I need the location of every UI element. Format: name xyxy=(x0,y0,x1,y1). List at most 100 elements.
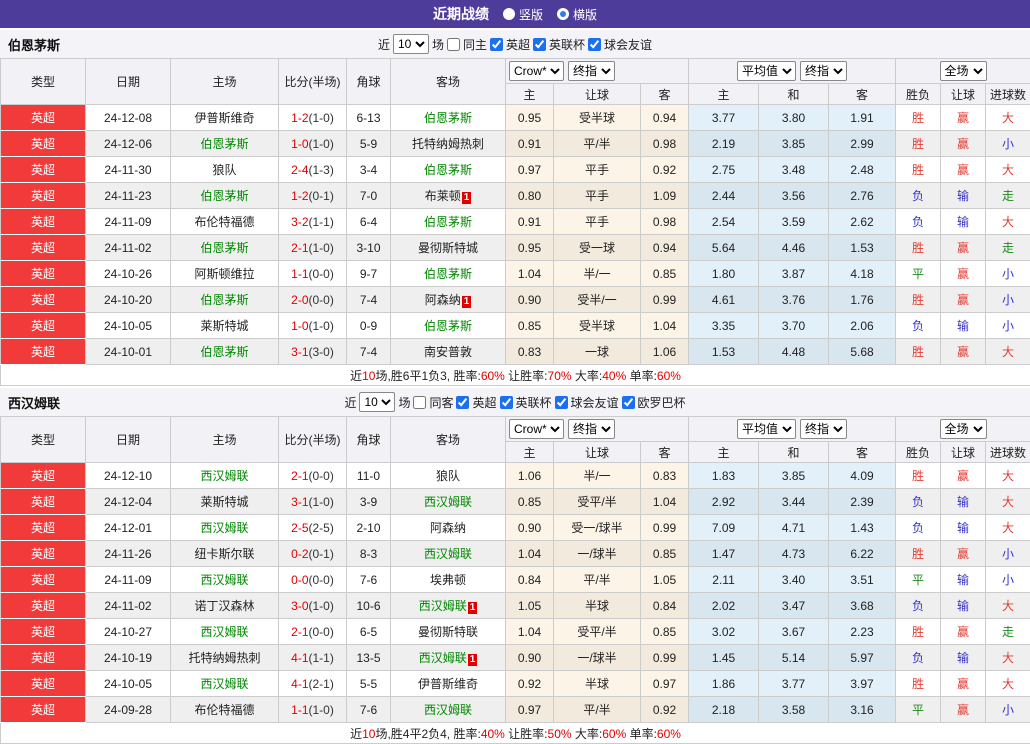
crow-away-odds: 1.06 xyxy=(641,339,689,365)
summary-text: 单率: xyxy=(626,727,657,741)
bookmaker-odds-type-select[interactable]: 终指 xyxy=(568,61,615,81)
avg-draw-odds: 4.73 xyxy=(759,541,829,567)
halftime-score: (1-0) xyxy=(309,137,334,151)
away-team-name: 阿森纳 xyxy=(425,293,461,307)
match-type: 英超 xyxy=(1,183,86,209)
avg-away-odds: 5.68 xyxy=(829,339,896,365)
crow-away-odds: 0.94 xyxy=(641,235,689,261)
match-date: 24-12-10 xyxy=(86,463,171,489)
away-team-cell: 西汉姆联 xyxy=(391,489,506,515)
score-cell: 1-0(1-0) xyxy=(279,131,347,157)
result-handicap: 赢 xyxy=(941,339,986,365)
scope-controls: 全场 xyxy=(896,61,1030,81)
vertical-layout-label[interactable]: 竖版 xyxy=(519,6,543,23)
avg-home-odds: 2.11 xyxy=(689,567,759,593)
away-team-name: 布莱顿 xyxy=(425,189,461,203)
score-cell: 2-0(0-0) xyxy=(279,287,347,313)
scope-select[interactable]: 全场 xyxy=(940,419,987,439)
avg-home-odds: 1.83 xyxy=(689,463,759,489)
score-cell: 4-1(1-1) xyxy=(279,645,347,671)
home-team-name: 伯恩茅斯 xyxy=(200,189,248,203)
home-team-cell: 伯恩茅斯 xyxy=(171,131,279,157)
match-type: 英超 xyxy=(1,339,86,365)
radio-icon[interactable] xyxy=(557,8,569,20)
bookmaker-select[interactable]: Crow* xyxy=(509,61,564,81)
corners-cell: 13-5 xyxy=(347,645,391,671)
titlebar: 近期战绩 竖版 横版 xyxy=(0,0,1030,28)
away-team-cell: 伊普斯维奇 xyxy=(391,671,506,697)
radio-icon[interactable] xyxy=(503,8,515,20)
table-row: 英超24-11-02伯恩茅斯2-1(1-0)3-10曼彻斯特城0.95受一球0.… xyxy=(1,235,1030,261)
average-select[interactable]: 平均值 xyxy=(737,419,796,439)
average-odds-type-select[interactable]: 终指 xyxy=(800,419,847,439)
avg-draw-odds: 3.70 xyxy=(759,313,829,339)
crow-away-odds: 1.09 xyxy=(641,183,689,209)
recent-count-select[interactable]: 10 xyxy=(393,34,429,54)
home-team-name: 诺丁汉森林 xyxy=(194,599,254,613)
away-team-cell: 西汉姆联1 xyxy=(391,645,506,671)
crow-handicap: 平手 xyxy=(554,209,641,235)
average-header-group: 平均值终指 xyxy=(689,417,896,442)
team-section: 伯恩茅斯近10场同主英超英联杯球会友谊类型日期主场比分(半场)角球客场Crow*… xyxy=(0,30,1030,386)
horizontal-layout-label[interactable]: 横版 xyxy=(573,6,597,23)
home-team-cell: 西汉姆联 xyxy=(171,463,279,489)
away-team-name: 西汉姆联 xyxy=(424,703,472,717)
crow-away-odds: 0.99 xyxy=(641,645,689,671)
corners-cell: 3-10 xyxy=(347,235,391,261)
result-goals: 大 xyxy=(986,671,1030,697)
result-outcome: 胜 xyxy=(896,105,941,131)
away-team-cell: 曼彻斯特城 xyxy=(391,235,506,261)
crow-away-odds: 0.85 xyxy=(641,619,689,645)
match-type: 英超 xyxy=(1,131,86,157)
column-header: 客场 xyxy=(391,59,506,105)
away-team-name: 伊普斯维奇 xyxy=(418,677,478,691)
same-venue-checkbox[interactable] xyxy=(413,396,426,409)
league-checkbox[interactable] xyxy=(500,396,513,409)
crow-handicap: 平手 xyxy=(554,157,641,183)
home-team-cell: 西汉姆联 xyxy=(171,567,279,593)
avg-away-odds: 4.18 xyxy=(829,261,896,287)
league-checkbox[interactable] xyxy=(555,396,568,409)
crow-home-odds: 1.05 xyxy=(506,593,554,619)
league-checkbox[interactable] xyxy=(456,396,469,409)
scope-select[interactable]: 全场 xyxy=(940,61,987,81)
league-checkbox[interactable] xyxy=(622,396,635,409)
result-handicap: 输 xyxy=(941,567,986,593)
avg-draw-odds: 3.58 xyxy=(759,697,829,723)
average-select[interactable]: 平均值 xyxy=(737,61,796,81)
crow-home-odds: 0.80 xyxy=(506,183,554,209)
league-label: 英超 xyxy=(472,394,496,411)
fulltime-score: 2-1 xyxy=(291,241,308,255)
result-outcome: 负 xyxy=(896,183,941,209)
vertical-layout-radio[interactable]: 竖版 xyxy=(503,6,543,23)
recent-count-select[interactable]: 10 xyxy=(359,392,395,412)
league-checkbox[interactable] xyxy=(588,38,601,51)
result-goals: 大 xyxy=(986,105,1030,131)
home-team-name: 布伦特福德 xyxy=(194,215,254,229)
horizontal-layout-radio[interactable]: 横版 xyxy=(557,6,597,23)
match-type: 英超 xyxy=(1,515,86,541)
avg-away-odds: 2.39 xyxy=(829,489,896,515)
table-row: 英超24-10-26阿斯顿维拉1-1(0-0)9-7伯恩茅斯1.04半/一0.8… xyxy=(1,261,1030,287)
bookmaker-odds-type-select[interactable]: 终指 xyxy=(568,419,615,439)
same-venue-checkbox[interactable] xyxy=(447,38,460,51)
avg-draw-odds: 3.76 xyxy=(759,287,829,313)
crow-away-odds: 0.84 xyxy=(641,593,689,619)
scope-controls: 全场 xyxy=(896,419,1030,439)
crow-home-odds: 0.84 xyxy=(506,567,554,593)
away-team-name: 狼队 xyxy=(436,469,460,483)
bookmaker-select[interactable]: Crow* xyxy=(509,419,564,439)
sub-column-header: 客 xyxy=(641,84,689,105)
home-team-name: 西汉姆联 xyxy=(200,521,248,535)
league-checkbox[interactable] xyxy=(533,38,546,51)
avg-draw-odds: 4.48 xyxy=(759,339,829,365)
league-checkbox[interactable] xyxy=(490,38,503,51)
summary-text: 10 xyxy=(362,369,375,383)
average-odds-type-select[interactable]: 终指 xyxy=(800,61,847,81)
column-header: 类型 xyxy=(1,417,86,463)
crow-handicap: 平/半 xyxy=(554,131,641,157)
column-header: 主场 xyxy=(171,59,279,105)
result-header-group: 全场 xyxy=(896,59,1030,84)
table-row: 英超24-11-23伯恩茅斯1-2(0-1)7-0布莱顿10.80平手1.092… xyxy=(1,183,1030,209)
home-team-name: 伊普斯维奇 xyxy=(194,111,254,125)
